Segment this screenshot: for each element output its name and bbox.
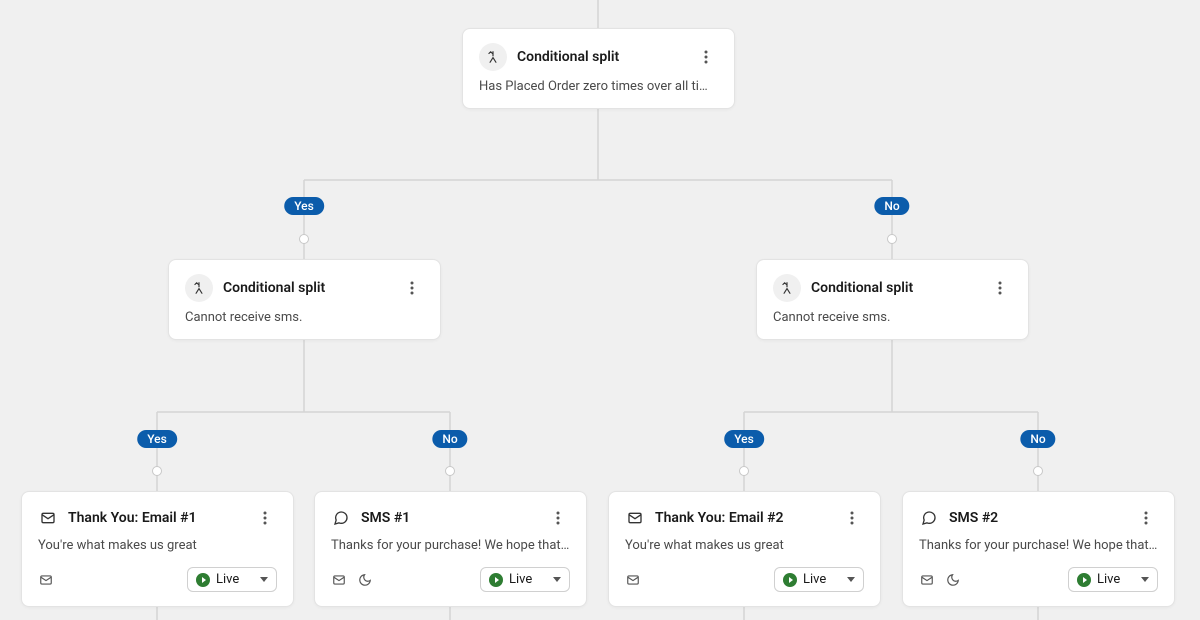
card-description: Thanks for your purchase! We hope that … — [919, 538, 1158, 553]
card-description: Has Placed Order zero times over all tim… — [479, 79, 718, 94]
more-button[interactable] — [400, 276, 424, 300]
split-icon — [479, 43, 507, 71]
branch-label-yes: Yes — [724, 430, 764, 448]
email-card-2[interactable]: Thank You: Email #2 You're what makes us… — [608, 491, 881, 607]
card-footer-icons — [919, 572, 961, 588]
more-button[interactable] — [253, 506, 277, 530]
envelope-small-icon — [919, 572, 935, 588]
branch-label-yes: Yes — [137, 430, 177, 448]
envelope-icon — [625, 508, 645, 528]
connector-dot — [445, 466, 455, 476]
status-label: Live — [803, 572, 826, 587]
envelope-small-icon — [331, 572, 347, 588]
more-button[interactable] — [546, 506, 570, 530]
conditional-split-right-card[interactable]: Conditional split Cannot receive sms. — [756, 259, 1029, 340]
more-button[interactable] — [988, 276, 1012, 300]
card-description: You're what makes us great — [38, 538, 277, 553]
chat-icon — [331, 508, 351, 528]
conditional-split-left-card[interactable]: Conditional split Cannot receive sms. — [168, 259, 441, 340]
card-footer-icons — [331, 572, 373, 588]
card-title: Thank You: Email #1 — [68, 510, 243, 526]
more-button[interactable] — [1134, 506, 1158, 530]
envelope-small-icon — [38, 572, 54, 588]
split-icon — [185, 274, 213, 302]
card-description: Cannot receive sms. — [185, 310, 424, 325]
sms-card-2[interactable]: SMS #2 Thanks for your purchase! We hope… — [902, 491, 1175, 607]
card-title: Conditional split — [223, 280, 390, 296]
conditional-split-root-card[interactable]: Conditional split Has Placed Order zero … — [462, 28, 735, 109]
more-button[interactable] — [694, 45, 718, 69]
status-label: Live — [216, 572, 239, 587]
chat-icon — [919, 508, 939, 528]
status-dropdown[interactable]: Live — [480, 567, 570, 592]
play-icon — [196, 573, 210, 587]
sms-card-1[interactable]: SMS #1 Thanks for your purchase! We hope… — [314, 491, 587, 607]
card-description: Thanks for your purchase! We hope that … — [331, 538, 570, 553]
card-title: SMS #1 — [361, 510, 536, 526]
status-label: Live — [509, 572, 532, 587]
chevron-down-icon — [553, 577, 561, 582]
card-description: Cannot receive sms. — [773, 310, 1012, 325]
play-icon — [1077, 573, 1091, 587]
card-description: You're what makes us great — [625, 538, 864, 553]
branch-label-no: No — [432, 430, 467, 448]
branch-label-no: No — [874, 197, 909, 215]
email-card-1[interactable]: Thank You: Email #1 You're what makes us… — [21, 491, 294, 607]
envelope-small-icon — [625, 572, 641, 588]
play-icon — [489, 573, 503, 587]
card-title: Conditional split — [811, 280, 978, 296]
connector-dot — [299, 234, 309, 244]
card-footer-icons — [625, 572, 641, 588]
status-dropdown[interactable]: Live — [1068, 567, 1158, 592]
envelope-icon — [38, 508, 58, 528]
card-title: Conditional split — [517, 49, 684, 65]
status-label: Live — [1097, 572, 1120, 587]
status-dropdown[interactable]: Live — [187, 567, 277, 592]
card-title: SMS #2 — [949, 510, 1124, 526]
card-footer-icons — [38, 572, 54, 588]
moon-icon — [945, 572, 961, 588]
connector-dot — [1033, 466, 1043, 476]
play-icon — [783, 573, 797, 587]
connector-dot — [739, 466, 749, 476]
branch-label-no: No — [1020, 430, 1055, 448]
status-dropdown[interactable]: Live — [774, 567, 864, 592]
chevron-down-icon — [847, 577, 855, 582]
card-title: Thank You: Email #2 — [655, 510, 830, 526]
chevron-down-icon — [1141, 577, 1149, 582]
connector-dot — [887, 234, 897, 244]
moon-icon — [357, 572, 373, 588]
chevron-down-icon — [260, 577, 268, 582]
connector-dot — [152, 466, 162, 476]
more-button[interactable] — [840, 506, 864, 530]
split-icon — [773, 274, 801, 302]
branch-label-yes: Yes — [284, 197, 324, 215]
